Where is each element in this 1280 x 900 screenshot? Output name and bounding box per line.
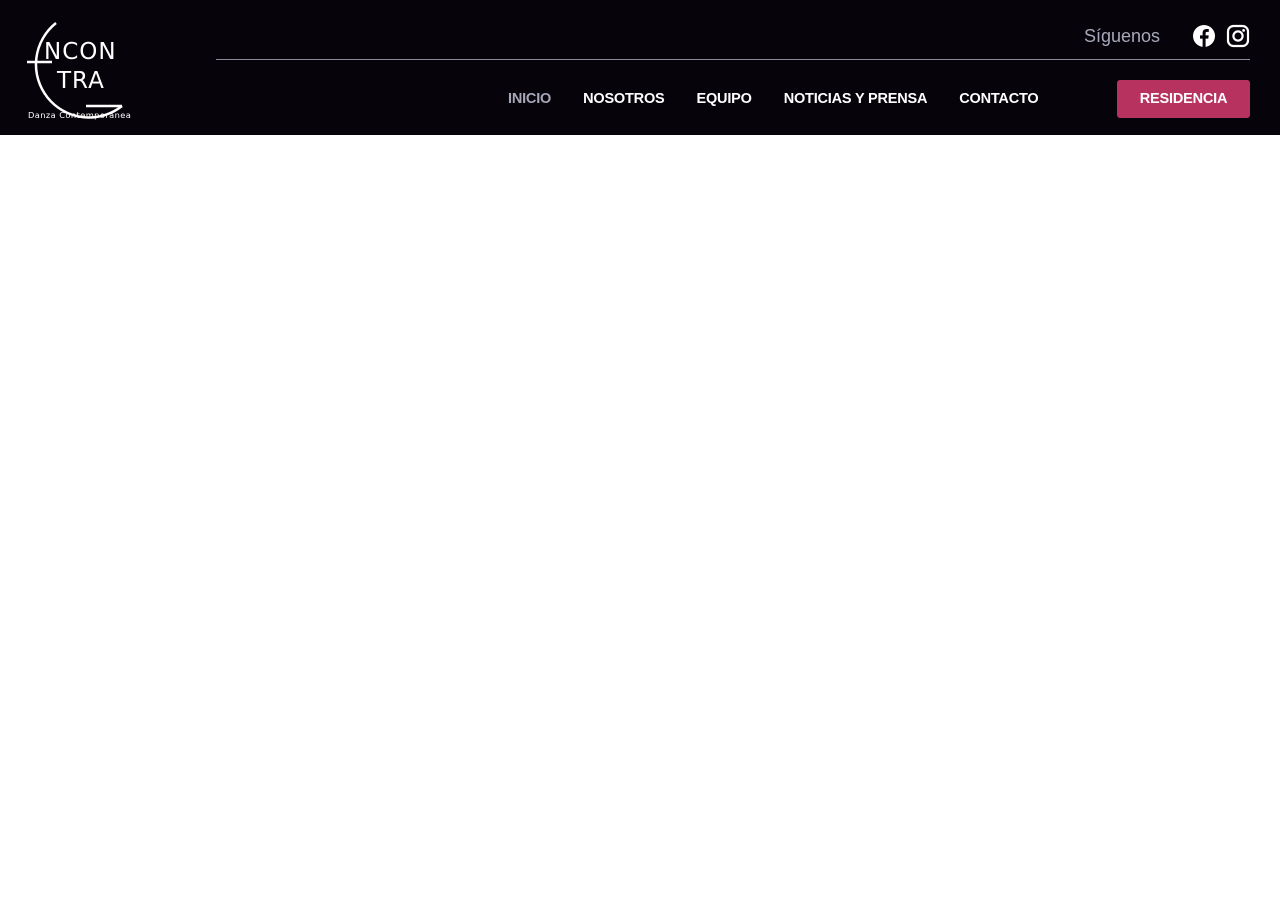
logo-text-top: NCON xyxy=(44,39,117,65)
main-nav: INICIO NOSOTROS EQUIPO NOTICIAS Y PRENSA… xyxy=(492,80,1054,118)
nav-item-inicio[interactable]: INICIO xyxy=(492,91,567,107)
follow-label: Síguenos xyxy=(1083,25,1160,46)
instagram-link[interactable] xyxy=(1226,24,1250,48)
social-bar: Síguenos xyxy=(1084,22,1250,50)
header-divider xyxy=(216,59,1250,60)
site-logo[interactable]: NCON TRA Danza Contemporánea xyxy=(24,14,138,122)
nav-item-nosotros[interactable]: NOSOTROS xyxy=(567,91,680,107)
residencia-button[interactable]: RESIDENCIA xyxy=(1117,80,1250,118)
logo-text-bottom: TRA xyxy=(56,68,105,94)
nav-item-noticias[interactable]: NOTICIAS Y PRENSA xyxy=(768,91,944,107)
page-content xyxy=(0,135,1280,900)
logo-mark: NCON TRA Danza Contemporánea xyxy=(27,22,131,120)
nav-item-contacto[interactable]: CONTACTO xyxy=(943,91,1054,107)
site-header: NCON TRA Danza Contemporánea Síguenos IN… xyxy=(0,0,1280,135)
logo-subtitle: Danza Contemporánea xyxy=(28,110,131,120)
facebook-link[interactable] xyxy=(1192,24,1216,48)
instagram-icon xyxy=(1226,24,1250,48)
facebook-icon xyxy=(1193,25,1215,47)
nav-item-equipo[interactable]: EQUIPO xyxy=(681,91,768,107)
